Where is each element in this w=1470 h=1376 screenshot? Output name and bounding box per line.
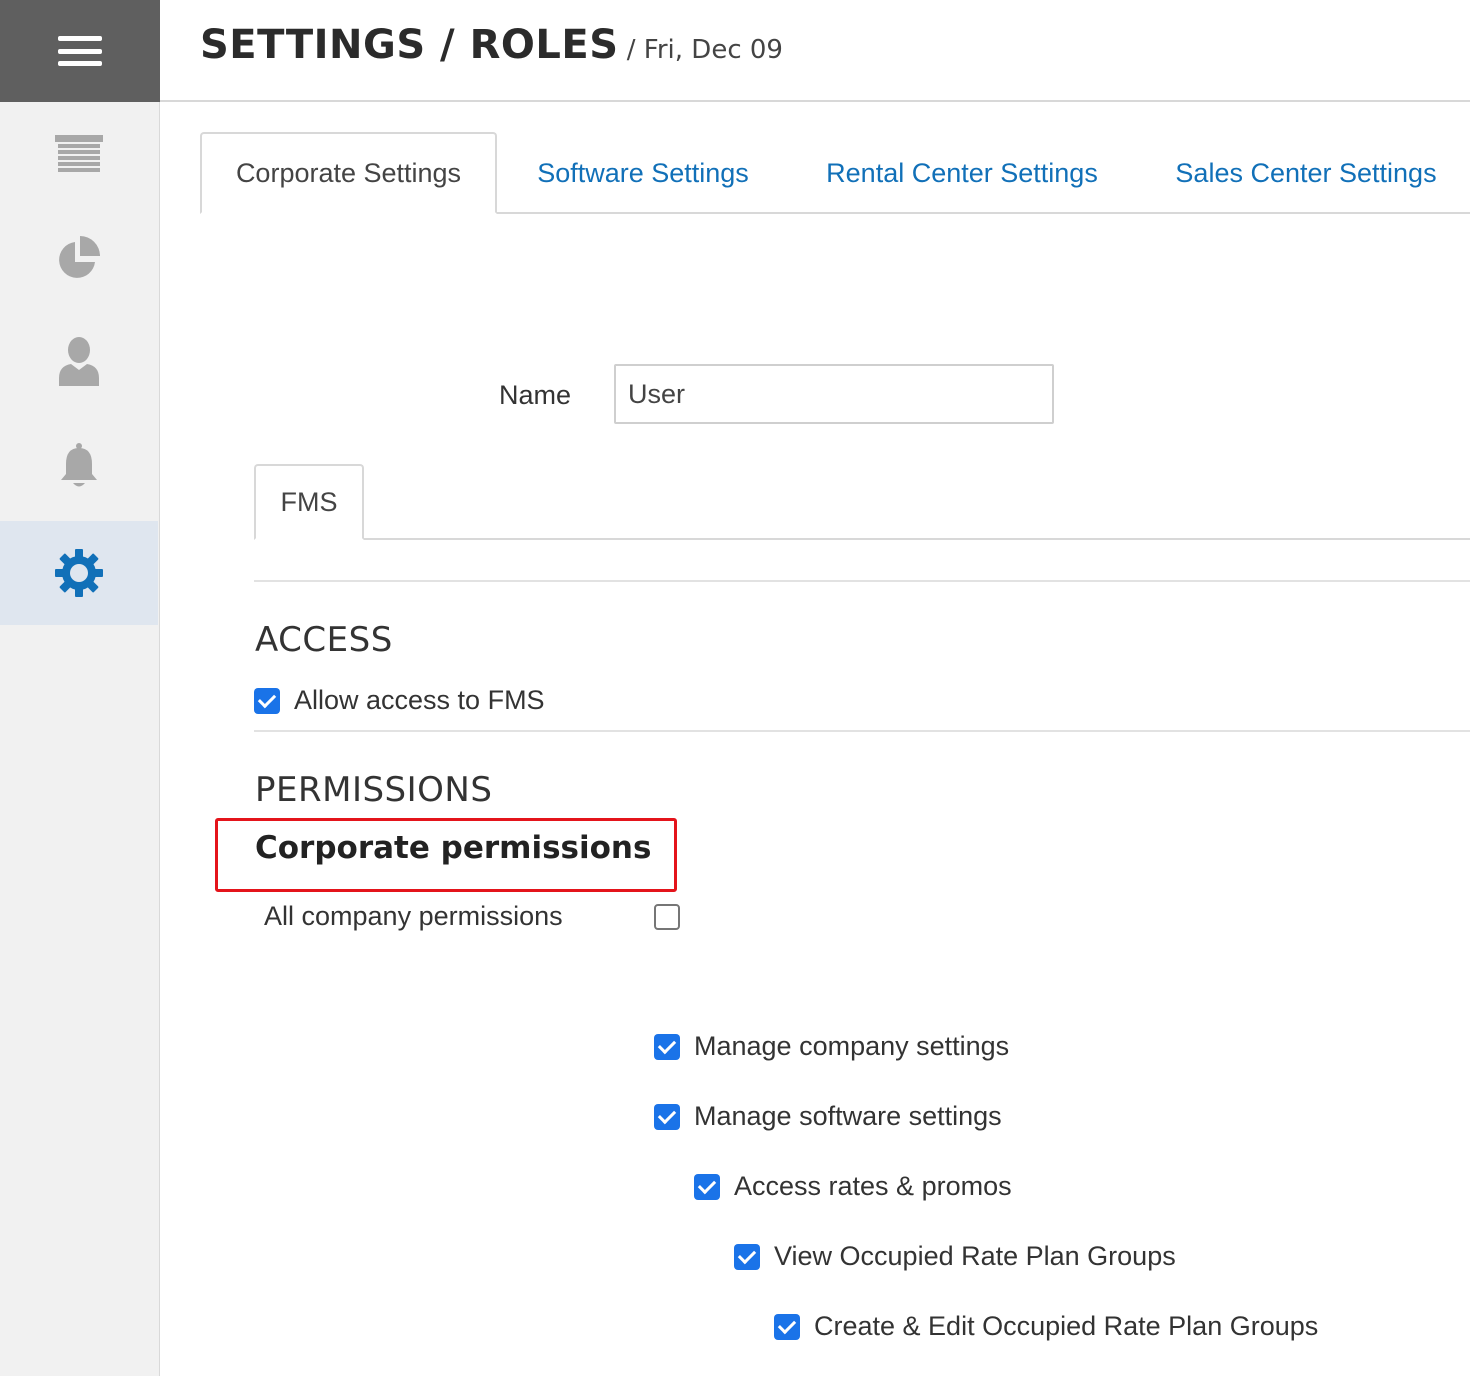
divider <box>254 730 1470 732</box>
sidebar-item-reports[interactable] <box>0 206 158 310</box>
page-date: / Fri, Dec 09 <box>618 35 783 65</box>
all-company-permissions-checkbox[interactable] <box>654 904 680 930</box>
corporate-permissions-heading: Corporate permissions <box>255 830 652 866</box>
sidebar-item-settings[interactable] <box>0 521 158 625</box>
allow-access-label[interactable]: Allow access to FMS <box>294 685 545 716</box>
permissions-section-title: PERMISSIONS <box>255 770 493 810</box>
create-edit-occupied-rate-plan-groups-label[interactable]: Create & Edit Occupied Rate Plan Groups <box>814 1311 1318 1342</box>
sidebar-item-users[interactable] <box>0 310 158 414</box>
create-edit-occupied-rate-plan-groups-checkbox[interactable] <box>774 1314 800 1340</box>
view-occupied-rate-plan-groups-checkbox[interactable] <box>734 1244 760 1270</box>
page-title: SETTINGS / ROLES / Fri, Dec 09 <box>200 22 783 68</box>
divider <box>254 580 1470 582</box>
tab-sales-center-settings[interactable]: Sales Center Settings <box>1150 132 1462 214</box>
view-occupied-rate-plan-groups-label[interactable]: View Occupied Rate Plan Groups <box>774 1241 1176 1272</box>
product-tabs: FMS <box>254 464 1470 540</box>
pie-chart-icon <box>59 236 100 278</box>
manage-company-settings-label[interactable]: Manage company settings <box>694 1031 1009 1062</box>
page-title-main: SETTINGS / ROLES <box>200 22 619 68</box>
tab-rental-center-settings[interactable]: Rental Center Settings <box>802 132 1122 214</box>
tab-corporate-settings[interactable]: Corporate Settings <box>200 132 497 214</box>
access-rates-promos-label[interactable]: Access rates & promos <box>734 1171 1012 1202</box>
manage-software-settings-label[interactable]: Manage software settings <box>694 1101 1002 1132</box>
name-input[interactable] <box>614 364 1054 424</box>
hamburger-menu-button[interactable] <box>0 0 160 102</box>
settings-tabs: Corporate Settings Software Settings Ren… <box>200 132 1470 214</box>
hamburger-icon <box>58 36 102 66</box>
bell-icon <box>61 443 97 487</box>
all-company-permissions-label[interactable]: All company permissions <box>264 901 563 932</box>
manage-software-settings-checkbox[interactable] <box>654 1104 680 1130</box>
name-label: Name <box>499 380 572 410</box>
user-icon <box>59 337 99 386</box>
warehouse-icon <box>55 135 103 172</box>
access-section-title: ACCESS <box>255 620 393 660</box>
tab-fms[interactable]: FMS <box>254 464 364 540</box>
sidebar <box>0 0 160 1376</box>
access-rates-promos-checkbox[interactable] <box>694 1174 720 1200</box>
gear-icon <box>55 549 103 597</box>
page-header: SETTINGS / ROLES / Fri, Dec 09 <box>160 0 1470 102</box>
allow-access-checkbox[interactable] <box>254 688 280 714</box>
sidebar-item-facilities[interactable] <box>0 102 158 206</box>
manage-company-settings-checkbox[interactable] <box>654 1034 680 1060</box>
sidebar-item-notifications[interactable] <box>0 414 158 518</box>
tab-software-settings[interactable]: Software Settings <box>506 132 780 214</box>
